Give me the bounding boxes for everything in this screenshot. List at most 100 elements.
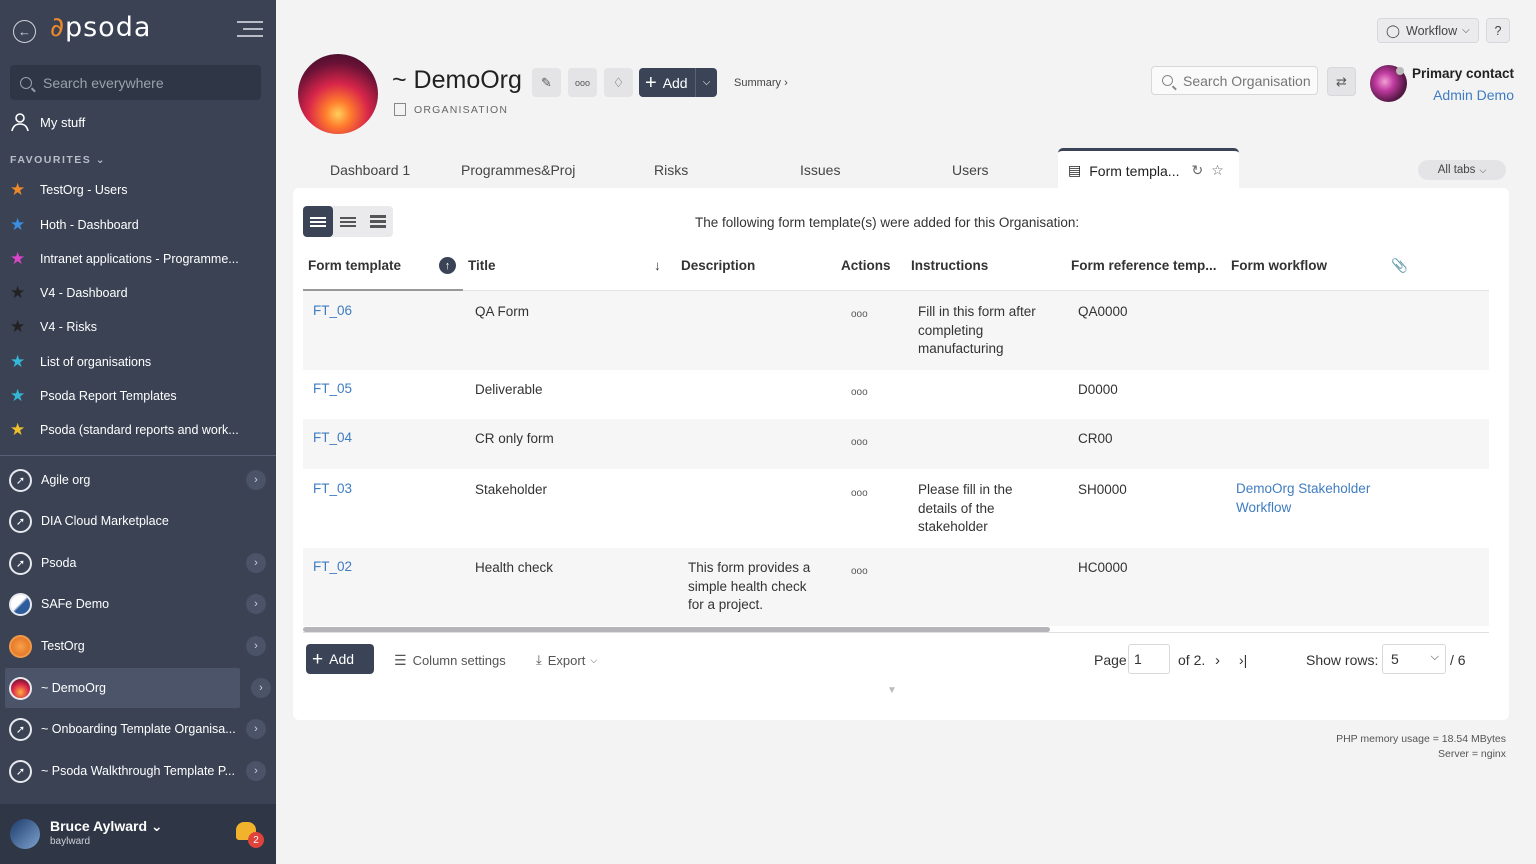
tab-users[interactable]: Users (952, 162, 989, 178)
footer-add-button[interactable]: + Add (306, 644, 374, 674)
table-row: FT_06 QA Form ooo Fill in this form afte… (303, 291, 1489, 370)
org-item[interactable]: ➚ ~ Psoda Walkthrough Template P... › (5, 751, 271, 791)
tab-form-templates[interactable]: ▤ Form templa... ↻ ☆ (1058, 148, 1239, 190)
row-actions-button[interactable]: ooo (851, 563, 868, 582)
row-actions-button[interactable]: ooo (851, 306, 868, 325)
user-menu[interactable]: Bruce Aylward ⌄ baylward 2 (0, 804, 276, 864)
column-header-form-reference[interactable]: Form reference temp... (1071, 258, 1217, 273)
form-template-link[interactable]: FT_02 (313, 558, 352, 577)
favourite-item[interactable]: ★ TestOrg - Users (10, 181, 270, 198)
org-item[interactable]: ➚ DIA Cloud Marketplace (5, 501, 271, 541)
page-title: ~ DemoOrg (392, 66, 522, 94)
form-template-link[interactable]: FT_03 (313, 480, 352, 499)
chevron-right-icon[interactable]: › (246, 553, 266, 573)
org-avatar (298, 54, 378, 134)
search-placeholder: Search Organisation (1183, 72, 1311, 89)
tab-issues[interactable]: Issues (800, 162, 840, 178)
org-label: DIA Cloud Marketplace (41, 514, 169, 528)
favourite-item[interactable]: ★ Intranet applications - Programme... (10, 250, 270, 267)
column-header-actions[interactable]: Actions (841, 258, 891, 273)
tab-programmes[interactable]: Programmes&Proj (461, 162, 579, 178)
primary-contact-name[interactable]: Admin Demo (1433, 87, 1514, 103)
export-button[interactable]: ⤓ Export ⌵ (536, 652, 597, 668)
chevron-right-icon[interactable]: › (251, 678, 271, 698)
org-item[interactable]: ➚ Agile org › (5, 460, 271, 500)
form-template-link[interactable]: FT_05 (313, 380, 352, 399)
favourite-item[interactable]: ★ List of organisations (10, 353, 270, 370)
next-page-icon[interactable]: › (1215, 652, 1220, 669)
row-actions-button[interactable]: ooo (851, 485, 868, 504)
sort-descending-icon[interactable]: ↓ (654, 258, 661, 273)
instructions-cell: Fill in this form after completing manufac… (918, 304, 1036, 356)
favourite-item[interactable]: ★ V4 - Dashboard (10, 284, 270, 301)
view-compact-button[interactable] (363, 206, 393, 237)
column-header-instructions[interactable]: Instructions (911, 258, 988, 273)
attachment-icon[interactable]: 📎 (1391, 258, 1408, 274)
org-item-active[interactable]: ~ DemoOrg › (5, 668, 271, 708)
form-template-link[interactable]: FT_06 (313, 302, 352, 321)
row-actions-button[interactable]: ooo (851, 384, 868, 403)
row-actions-button[interactable]: ooo (851, 434, 868, 453)
export-label: Export (547, 652, 586, 668)
summary-link[interactable]: Summary › (734, 77, 788, 89)
workflow-link[interactable]: DemoOrg Stakeholder Workflow (1236, 480, 1370, 517)
all-tabs-label: All tabs (1437, 164, 1476, 176)
star-icon: ★ (10, 250, 26, 267)
favourite-item[interactable]: ★ Psoda Report Templates (10, 387, 270, 404)
favourite-label: TestOrg - Users (40, 182, 128, 197)
favourite-item[interactable]: ★ Hoth - Dashboard (10, 216, 270, 233)
collapse-sidebar-icon[interactable] (237, 21, 263, 41)
last-page-icon[interactable]: ›| (1239, 652, 1247, 668)
psoda-logo[interactable]: ∂psoda (50, 12, 151, 43)
workflow-button[interactable]: ◯ Workflow ⌵ (1377, 18, 1479, 43)
column-settings-button[interactable]: ☰ Column settings (394, 652, 506, 669)
page-number-input[interactable]: 1 (1128, 644, 1170, 674)
all-tabs-button[interactable]: All tabs ⌵ (1418, 160, 1506, 180)
help-button[interactable]: ? (1486, 18, 1510, 43)
notification-badge: 2 (248, 832, 264, 848)
user-name: Bruce Aylward ⌄ (50, 818, 163, 834)
chevron-right-icon[interactable]: › (246, 636, 266, 656)
column-header-title[interactable]: Title (468, 258, 496, 273)
global-search-input[interactable]: Search everywhere (10, 65, 261, 100)
sidebar: ← ∂psoda Search everywhere My stuff FAVO… (0, 0, 276, 864)
tab-dashboard[interactable]: Dashboard 1 (330, 162, 410, 178)
chevron-right-icon[interactable]: › (246, 594, 266, 614)
chevron-right-icon[interactable]: › (246, 470, 266, 490)
refresh-icon[interactable]: ↻ (1191, 162, 1203, 179)
view-normal-button[interactable] (333, 206, 363, 237)
total-rows: / 6 (1450, 652, 1466, 668)
favourite-item[interactable]: ★ Psoda (standard reports and work... (10, 421, 270, 438)
star-outline-icon[interactable]: ☆ (1211, 162, 1224, 179)
org-item[interactable]: TestOrg › (5, 626, 271, 666)
more-options-button[interactable]: ooo (568, 68, 597, 97)
favourites-header[interactable]: FAVOURITES ⌄ (10, 154, 106, 166)
title-cell: CR only form (475, 431, 554, 446)
back-arrow-icon[interactable]: ← (13, 20, 36, 43)
rows-per-page-select[interactable]: 5 ⌵ (1382, 644, 1446, 674)
view-comfortable-button[interactable] (303, 206, 333, 237)
user-username: baylward (50, 836, 91, 847)
edit-button[interactable]: ✎ (532, 68, 561, 97)
org-item[interactable]: ➚ Psoda › (5, 543, 271, 583)
reference-cell: QA0000 (1078, 304, 1128, 319)
tag-button[interactable]: ♢ (604, 68, 633, 97)
search-organisation-input[interactable]: Search Organisation (1151, 66, 1318, 95)
sort-ascending-icon[interactable]: ↑ (439, 257, 456, 274)
search-icon (1162, 75, 1173, 86)
column-header-form-template[interactable]: Form template (308, 258, 401, 273)
resize-handle-icon[interactable]: ▼ (887, 685, 897, 696)
chevron-right-icon[interactable]: › (246, 761, 266, 781)
my-stuff-link[interactable]: My stuff (10, 112, 85, 132)
column-header-description[interactable]: Description (681, 258, 755, 273)
tab-risks[interactable]: Risks (654, 162, 688, 178)
column-header-form-workflow[interactable]: Form workflow (1231, 258, 1327, 273)
chevron-right-icon[interactable]: › (246, 719, 266, 739)
switch-view-button[interactable]: ⇄ (1327, 67, 1356, 96)
form-template-link[interactable]: FT_04 (313, 429, 352, 448)
chevron-down-icon[interactable]: ⌵ (695, 68, 717, 97)
org-item[interactable]: SAFe Demo › (5, 584, 271, 624)
favourite-item[interactable]: ★ V4 - Risks (10, 318, 270, 335)
add-button[interactable]: + Add ⌵ (639, 68, 717, 97)
org-item[interactable]: ➚ ~ Onboarding Template Organisa... › (5, 709, 271, 749)
